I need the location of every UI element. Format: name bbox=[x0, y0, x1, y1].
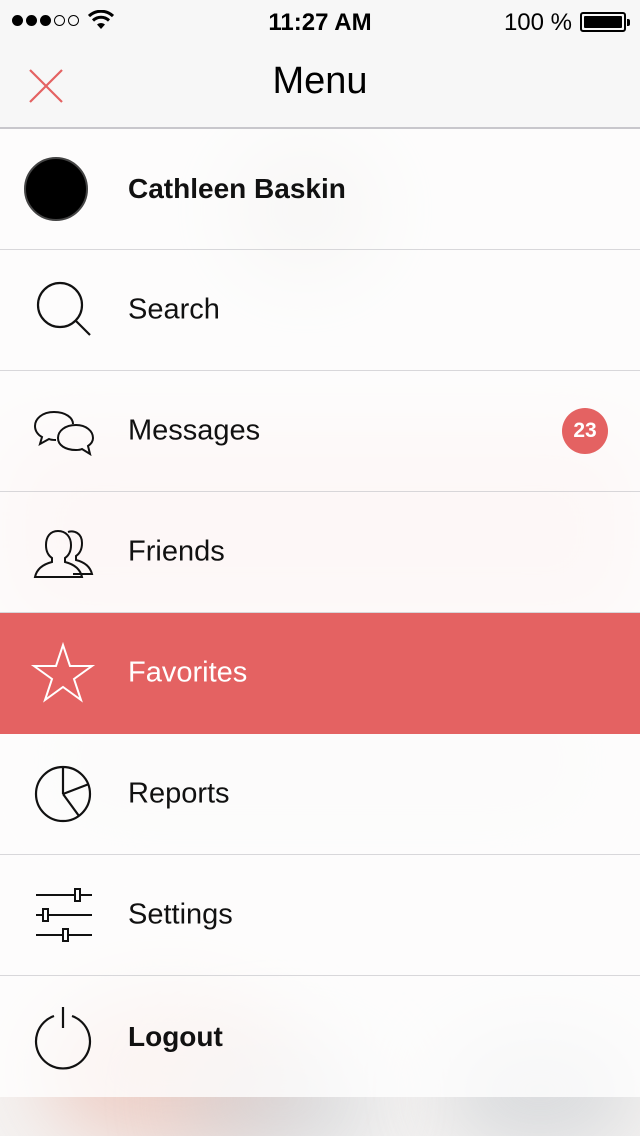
search-icon bbox=[36, 281, 91, 336]
menu-item-label: Friends bbox=[128, 535, 225, 568]
menu-item-search[interactable]: Search bbox=[0, 250, 640, 371]
star-icon bbox=[30, 641, 96, 703]
menu-list: Cathleen Baskin Search Messages 23 Frien… bbox=[0, 129, 640, 1097]
menu-item-favorites[interactable]: Favorites bbox=[0, 613, 640, 734]
menu-item-label: Settings bbox=[128, 898, 233, 931]
menu-item-label: Reports bbox=[128, 777, 230, 810]
chat-bubbles-icon bbox=[33, 411, 95, 457]
people-icon bbox=[33, 529, 94, 578]
menu-item-label: Logout bbox=[128, 1020, 223, 1052]
menu-item-logout[interactable]: Logout bbox=[0, 976, 640, 1097]
menu-item-label: Favorites bbox=[128, 656, 248, 689]
profile-name: Cathleen Baskin bbox=[128, 173, 346, 204]
menu-item-settings[interactable]: Settings bbox=[0, 855, 640, 976]
nav-bar: Menu bbox=[0, 42, 640, 129]
page-title: Menu bbox=[272, 60, 368, 102]
menu-item-messages[interactable]: Messages 23 bbox=[0, 371, 640, 492]
power-icon bbox=[34, 1006, 92, 1069]
sliders-icon bbox=[36, 888, 92, 942]
avatar bbox=[24, 157, 88, 221]
unread-count-badge: 23 bbox=[562, 408, 608, 454]
profile-row[interactable]: Cathleen Baskin bbox=[0, 129, 640, 250]
menu-item-label: Search bbox=[128, 293, 220, 326]
menu-item-friends[interactable]: Friends bbox=[0, 492, 640, 613]
menu-item-reports[interactable]: Reports bbox=[0, 734, 640, 855]
pie-chart-icon bbox=[34, 765, 92, 823]
menu-item-label: Messages bbox=[128, 414, 261, 447]
status-bar: 11:27 AM 100 % bbox=[0, 0, 640, 42]
battery-percentage: 100 % bbox=[503, 9, 572, 36]
battery-icon bbox=[580, 12, 630, 32]
